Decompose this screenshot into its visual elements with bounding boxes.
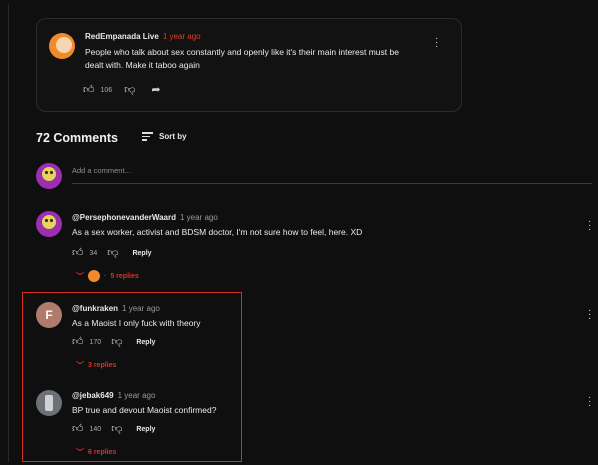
author-name[interactable]: @PersephonevanderWaard xyxy=(72,213,176,222)
comment-count: 72 Comments xyxy=(36,131,118,145)
user-avatar xyxy=(36,163,62,189)
comment-actions: 👍︎ 34 👎︎ Reply xyxy=(72,248,152,259)
avatar[interactable] xyxy=(36,211,62,237)
comment-actions: 👍︎ 140 👎︎ Reply xyxy=(72,424,155,435)
like-count: 140 xyxy=(89,426,102,433)
comment-actions: 👍︎ 170 👎︎ Reply xyxy=(72,337,155,348)
replies-label: 3 replies xyxy=(88,362,117,369)
comment-time[interactable]: 1 year ago xyxy=(163,32,201,41)
comment-text: As a Maoist I only fuck with theory xyxy=(72,318,201,328)
comment-text: BP true and devout Maoist confirmed? xyxy=(72,405,217,415)
reply-button[interactable]: Reply xyxy=(136,426,155,433)
replies-label: 6 replies xyxy=(88,449,117,456)
sort-button[interactable]: Sort by xyxy=(142,130,187,143)
sort-icon xyxy=(142,130,153,143)
reply-button[interactable]: Reply xyxy=(136,339,155,346)
sort-label: Sort by xyxy=(159,131,187,141)
more-options-icon[interactable]: · · · xyxy=(588,217,591,235)
comment-author[interactable]: @PersephonevanderWaard 1 year ago xyxy=(72,213,218,222)
reply-author-avatar xyxy=(88,270,100,282)
avatar[interactable] xyxy=(36,390,62,416)
avatar[interactable] xyxy=(49,33,75,59)
comment-author[interactable]: RedEmpanada Live 1 year ago xyxy=(85,32,201,41)
share-icon[interactable]: ➦ xyxy=(151,85,160,96)
pinned-comment-card: RedEmpanada Live 1 year ago People who ta… xyxy=(36,18,462,112)
like-count: 170 xyxy=(89,339,102,346)
dislike-icon[interactable]: 👎︎ xyxy=(111,337,122,348)
like-icon[interactable]: 👍︎ xyxy=(83,85,95,96)
add-comment-input[interactable]: Add a comment... xyxy=(72,166,592,184)
comment-author[interactable]: @jebak649 1 year ago xyxy=(72,391,155,400)
reply-button[interactable]: Reply xyxy=(132,250,151,257)
comment-actions: 👍︎ 106 👎︎ ➦ xyxy=(83,85,161,96)
dislike-icon[interactable]: 👎︎ xyxy=(107,248,118,259)
comment-time[interactable]: 1 year ago xyxy=(118,391,156,400)
dislike-icon[interactable]: 👎︎ xyxy=(124,85,135,96)
replies-label: 5 replies xyxy=(110,272,139,280)
chevron-down-icon: ﹀ xyxy=(76,361,84,370)
comment-text: People who talk about sex constantly and… xyxy=(85,47,399,70)
comment-author[interactable]: @funkraken 1 year ago xyxy=(72,304,160,313)
like-icon[interactable]: 👍︎ xyxy=(72,248,84,259)
chevron-down-icon: ﹀ xyxy=(76,271,84,281)
avatar[interactable]: F xyxy=(36,302,62,328)
author-name[interactable]: @jebak649 xyxy=(72,391,114,400)
like-count: 106 xyxy=(100,87,113,94)
more-options-icon[interactable]: · · · xyxy=(588,393,591,411)
like-icon[interactable]: 👍︎ xyxy=(72,424,84,435)
more-options-icon[interactable]: · · · xyxy=(435,34,438,52)
like-count: 34 xyxy=(89,250,98,257)
chevron-down-icon: ﹀ xyxy=(76,448,84,457)
more-options-icon[interactable]: · · · xyxy=(588,306,591,324)
dislike-icon[interactable]: 👎︎ xyxy=(111,424,122,435)
replies-toggle[interactable]: ﹀ 3 replies xyxy=(76,360,116,371)
comment-text: As a sex worker, activist and BDSM docto… xyxy=(72,227,363,237)
replies-toggle[interactable]: ﹀ 6 replies xyxy=(76,447,116,458)
replies-toggle[interactable]: ﹀ · 5 replies xyxy=(76,270,139,282)
like-icon[interactable]: 👍︎ xyxy=(72,337,84,348)
author-name[interactable]: RedEmpanada Live xyxy=(85,32,159,41)
author-name[interactable]: @funkraken xyxy=(72,304,118,313)
comment-time[interactable]: 1 year ago xyxy=(180,213,218,222)
comment-time[interactable]: 1 year ago xyxy=(122,304,160,313)
